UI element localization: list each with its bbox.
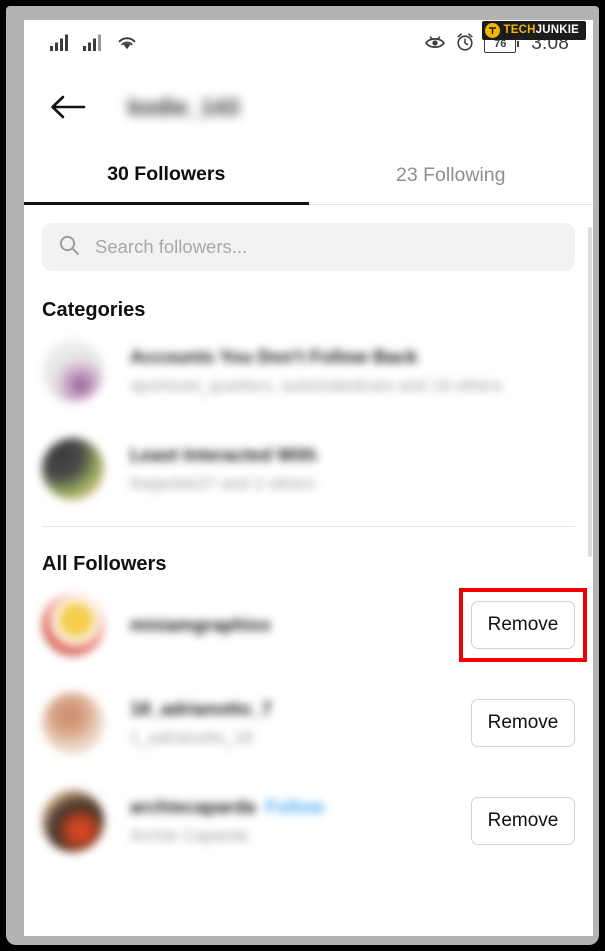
phone-screen: 76 3:08 kodie_143 30 Followers 23 Follow… [24, 20, 593, 936]
back-arrow-icon[interactable] [42, 81, 94, 133]
follower-username: mixiamgraphixx [130, 614, 271, 635]
category-row-title: Accounts You Don't Follow Back [130, 346, 418, 367]
search-input[interactable]: Search followers... [42, 223, 575, 271]
user-avatar [42, 790, 104, 852]
category-row-least-interacted-with[interactable]: Least Interacted With thejackie27 and 2 … [24, 420, 593, 518]
watermark-brand-first: TECH [503, 23, 536, 36]
follower-action-cell: Remove [471, 699, 575, 747]
alarm-clock-icon [455, 32, 475, 57]
search-icon [58, 234, 80, 261]
techjunkie-watermark: TECHJUNKIE [481, 21, 586, 40]
tab-bar: 30 Followers 23 Following [24, 146, 593, 205]
user-avatar [42, 692, 104, 754]
wifi-icon [116, 33, 138, 56]
follower-row[interactable]: mixiamgraphixx Remove [24, 576, 593, 674]
device-frame: 76 3:08 kodie_143 30 Followers 23 Follow… [0, 0, 605, 951]
follower-row-text: archiecaparda Follow Archie Caparda [130, 796, 471, 846]
category-avatar-stack [42, 438, 104, 500]
follower-username-text: archiecaparda [130, 796, 256, 817]
follower-row-text: mixiamgraphixx [130, 614, 471, 636]
follower-action-cell: Remove [459, 588, 587, 662]
category-row-subtitle: sportsnet_quarters, automatedcars and 19… [130, 376, 503, 395]
signal-bars-icon [50, 33, 72, 56]
user-avatar [42, 594, 104, 656]
category-avatar-stack [42, 340, 104, 402]
category-row-text: Accounts You Don't Follow Back sportsnet… [130, 346, 575, 396]
follower-row-text: 18_adrianotto_7 1_adrianotto_18 [130, 698, 471, 748]
follower-action-cell: Remove [471, 797, 575, 845]
category-row-text: Least Interacted With thejackie27 and 2 … [130, 444, 575, 494]
follower-username: 18_adrianotto_7 [130, 698, 272, 719]
followers-list-scroll-area[interactable]: Search followers... Categories Accounts … [24, 205, 593, 936]
search-container: Search followers... [24, 205, 593, 271]
follower-display-name: 1_adrianotto_18 [130, 728, 253, 747]
follower-row[interactable]: archiecaparda Follow Archie Caparda Remov… [24, 772, 593, 870]
signal-bars-icon [83, 33, 105, 56]
follower-username: archiecaparda Follow [130, 796, 471, 818]
scrollbar-thumb[interactable] [588, 227, 592, 557]
category-row-title: Least Interacted With [130, 444, 317, 465]
watermark-text: TECHJUNKIE [503, 23, 580, 37]
category-row-accounts-you-dont-follow-back[interactable]: Accounts You Don't Follow Back sportsnet… [24, 322, 593, 420]
categories-section-title: Categories [42, 299, 146, 321]
eye-icon [424, 34, 446, 55]
tab-following[interactable]: 23 Following [308, 146, 593, 205]
follower-display-name: Archie Caparda [130, 826, 249, 845]
status-bar-left [50, 33, 138, 56]
watermark-brand-second: JUNKIE [535, 23, 579, 36]
remove-button[interactable]: Remove [471, 601, 575, 649]
follower-row[interactable]: 18_adrianotto_7 1_adrianotto_18 Remove [24, 674, 593, 772]
all-followers-section-title: All Followers [42, 553, 167, 575]
follow-link[interactable]: Follow [265, 796, 324, 817]
device-bezel: 76 3:08 kodie_143 30 Followers 23 Follow… [6, 6, 599, 945]
remove-button[interactable]: Remove [471, 699, 575, 747]
category-row-subtitle: thejackie27 and 2 others [130, 474, 316, 493]
search-placeholder: Search followers... [95, 236, 248, 257]
tab-followers[interactable]: 30 Followers [24, 146, 309, 205]
section-divider [42, 526, 575, 527]
remove-button[interactable]: Remove [471, 797, 575, 845]
app-header: kodie_143 [24, 68, 593, 146]
techjunkie-logo-icon [484, 23, 500, 38]
page-title: kodie_143 [128, 93, 240, 120]
